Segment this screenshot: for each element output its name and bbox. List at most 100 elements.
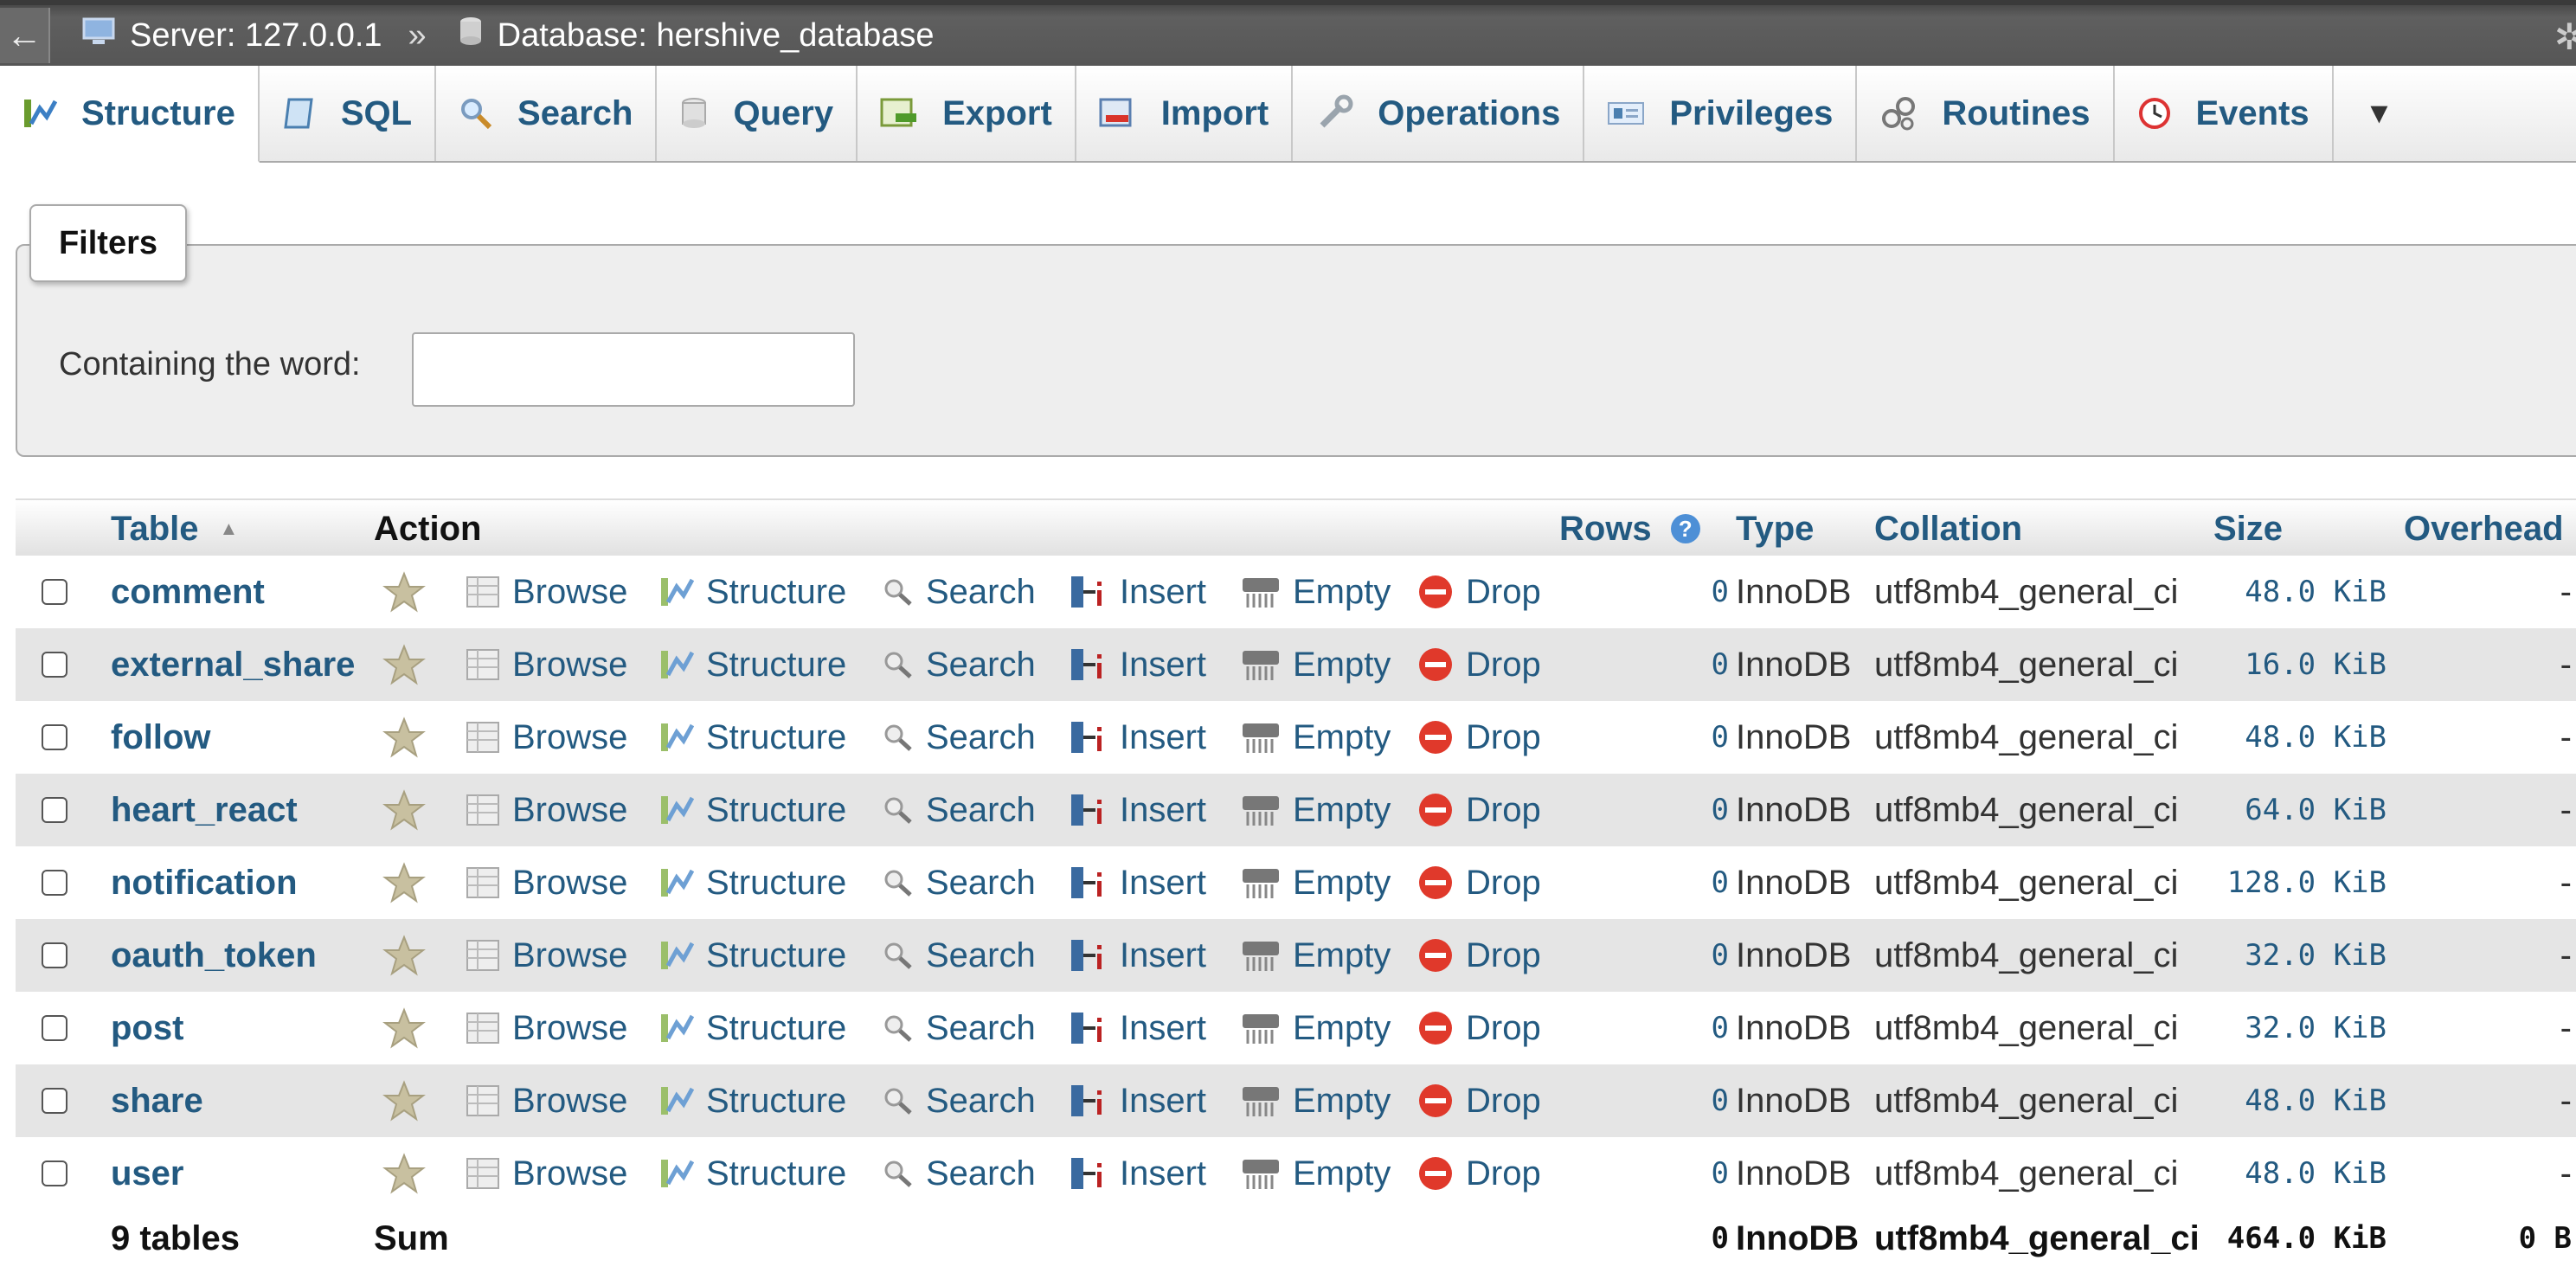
tab-operations[interactable]: Operations <box>1293 66 1585 161</box>
insert-action[interactable]: Insert <box>1070 919 1206 992</box>
table-name-link[interactable]: oauth_token <box>111 919 317 992</box>
structure-action[interactable]: Structure <box>659 992 846 1064</box>
favorite-star-icon[interactable] <box>382 1137 426 1210</box>
structure-action[interactable]: Structure <box>659 919 846 992</box>
browse-action[interactable]: Browse <box>466 1137 627 1210</box>
structure-action[interactable]: Structure <box>659 774 846 846</box>
rows-column-header[interactable]: Rows ? <box>1559 500 1700 557</box>
empty-action[interactable]: Empty <box>1241 846 1391 919</box>
structure-action[interactable]: Structure <box>659 701 846 774</box>
row-checkbox[interactable] <box>42 1088 67 1114</box>
database-link[interactable]: Database: hershive_database <box>498 17 935 55</box>
row-checkbox[interactable] <box>42 870 67 896</box>
tab-privileges[interactable]: Privileges <box>1584 66 1858 161</box>
drop-action[interactable]: Drop <box>1417 628 1541 701</box>
collation-value[interactable]: utf8mb4_general_ci <box>1874 1137 2178 1210</box>
table-column-header[interactable]: Table ▲ <box>111 500 238 557</box>
insert-action[interactable]: Insert <box>1070 1137 1206 1210</box>
empty-action[interactable]: Empty <box>1241 1064 1391 1137</box>
type-column-header[interactable]: Type <box>1736 500 1814 557</box>
drop-action[interactable]: Drop <box>1417 1137 1541 1210</box>
table-size[interactable]: 16.0 KiB <box>2179 628 2386 701</box>
favorite-star-icon[interactable] <box>382 846 426 919</box>
collapse-navigation-button[interactable]: ← <box>0 8 50 63</box>
empty-action[interactable]: Empty <box>1241 628 1391 701</box>
table-name-link[interactable]: comment <box>111 556 265 628</box>
browse-action[interactable]: Browse <box>466 1064 627 1137</box>
overhead-column-header[interactable]: Overhead <box>2404 500 2564 557</box>
insert-action[interactable]: Insert <box>1070 556 1206 628</box>
favorite-star-icon[interactable] <box>382 628 426 701</box>
breadcrumb-server[interactable]: Server: 127.0.0.1 <box>81 16 382 55</box>
drop-action[interactable]: Drop <box>1417 1064 1541 1137</box>
tab-query[interactable]: Query <box>657 66 858 161</box>
insert-action[interactable]: Insert <box>1070 992 1206 1064</box>
empty-action[interactable]: Empty <box>1241 701 1391 774</box>
row-checkbox[interactable] <box>42 942 67 968</box>
collation-value[interactable]: utf8mb4_general_ci <box>1874 1064 2178 1137</box>
collation-value[interactable]: utf8mb4_general_ci <box>1874 919 2178 992</box>
insert-action[interactable]: Insert <box>1070 701 1206 774</box>
more-tabs-button[interactable]: ▼ <box>2334 66 2425 161</box>
size-column-header[interactable]: Size <box>2213 500 2283 557</box>
search-action[interactable]: Search <box>881 1137 1036 1210</box>
table-name-link[interactable]: notification <box>111 846 298 919</box>
search-action[interactable]: Search <box>881 846 1036 919</box>
drop-action[interactable]: Drop <box>1417 846 1541 919</box>
insert-action[interactable]: Insert <box>1070 846 1206 919</box>
table-size[interactable]: 32.0 KiB <box>2179 919 2386 992</box>
structure-action[interactable]: Structure <box>659 628 846 701</box>
browse-action[interactable]: Browse <box>466 846 627 919</box>
search-action[interactable]: Search <box>881 556 1036 628</box>
favorite-star-icon[interactable] <box>382 701 426 774</box>
help-icon[interactable]: ? <box>1670 514 1700 543</box>
empty-action[interactable]: Empty <box>1241 919 1391 992</box>
breadcrumb-database[interactable]: Database: hershive_database <box>458 16 935 55</box>
table-name-link[interactable]: share <box>111 1064 203 1137</box>
tab-sql[interactable]: SQL <box>260 66 437 161</box>
drop-action[interactable]: Drop <box>1417 992 1541 1064</box>
empty-action[interactable]: Empty <box>1241 992 1391 1064</box>
insert-action[interactable]: Insert <box>1070 1064 1206 1137</box>
browse-action[interactable]: Browse <box>466 919 627 992</box>
collation-value[interactable]: utf8mb4_general_ci <box>1874 992 2178 1064</box>
server-link[interactable]: Server: 127.0.0.1 <box>130 17 382 55</box>
empty-action[interactable]: Empty <box>1241 556 1391 628</box>
row-checkbox[interactable] <box>42 579 67 605</box>
table-name-link[interactable]: heart_react <box>111 774 298 846</box>
table-size[interactable]: 64.0 KiB <box>2179 774 2386 846</box>
row-checkbox[interactable] <box>42 1160 67 1186</box>
browse-action[interactable]: Browse <box>466 701 627 774</box>
table-name-link[interactable]: user <box>111 1137 184 1210</box>
collation-value[interactable]: utf8mb4_general_ci <box>1874 556 2178 628</box>
drop-action[interactable]: Drop <box>1417 919 1541 992</box>
drop-action[interactable]: Drop <box>1417 774 1541 846</box>
drop-action[interactable]: Drop <box>1417 701 1541 774</box>
browse-action[interactable]: Browse <box>466 992 627 1064</box>
favorite-star-icon[interactable] <box>382 1064 426 1137</box>
insert-action[interactable]: Insert <box>1070 628 1206 701</box>
browse-action[interactable]: Browse <box>466 628 627 701</box>
table-name-link[interactable]: external_share <box>111 628 355 701</box>
tab-structure[interactable]: Structure <box>0 66 260 163</box>
collation-column-header[interactable]: Collation <box>1874 500 2022 557</box>
tab-events[interactable]: Events <box>2115 66 2334 161</box>
insert-action[interactable]: Insert <box>1070 774 1206 846</box>
structure-action[interactable]: Structure <box>659 556 846 628</box>
browse-action[interactable]: Browse <box>466 556 627 628</box>
row-checkbox[interactable] <box>42 797 67 823</box>
settings-gear-icon[interactable]: ✲ <box>2554 16 2576 58</box>
favorite-star-icon[interactable] <box>382 556 426 628</box>
row-checkbox[interactable] <box>42 1015 67 1041</box>
empty-action[interactable]: Empty <box>1241 774 1391 846</box>
tab-import[interactable]: Import <box>1076 66 1294 161</box>
favorite-star-icon[interactable] <box>382 992 426 1064</box>
table-name-link[interactable]: post <box>111 992 183 1064</box>
table-name-link[interactable]: follow <box>111 701 211 774</box>
table-size[interactable]: 48.0 KiB <box>2179 1137 2386 1210</box>
row-checkbox[interactable] <box>42 652 67 678</box>
table-size[interactable]: 48.0 KiB <box>2179 1064 2386 1137</box>
collation-value[interactable]: utf8mb4_general_ci <box>1874 774 2178 846</box>
browse-action[interactable]: Browse <box>466 774 627 846</box>
search-action[interactable]: Search <box>881 919 1036 992</box>
